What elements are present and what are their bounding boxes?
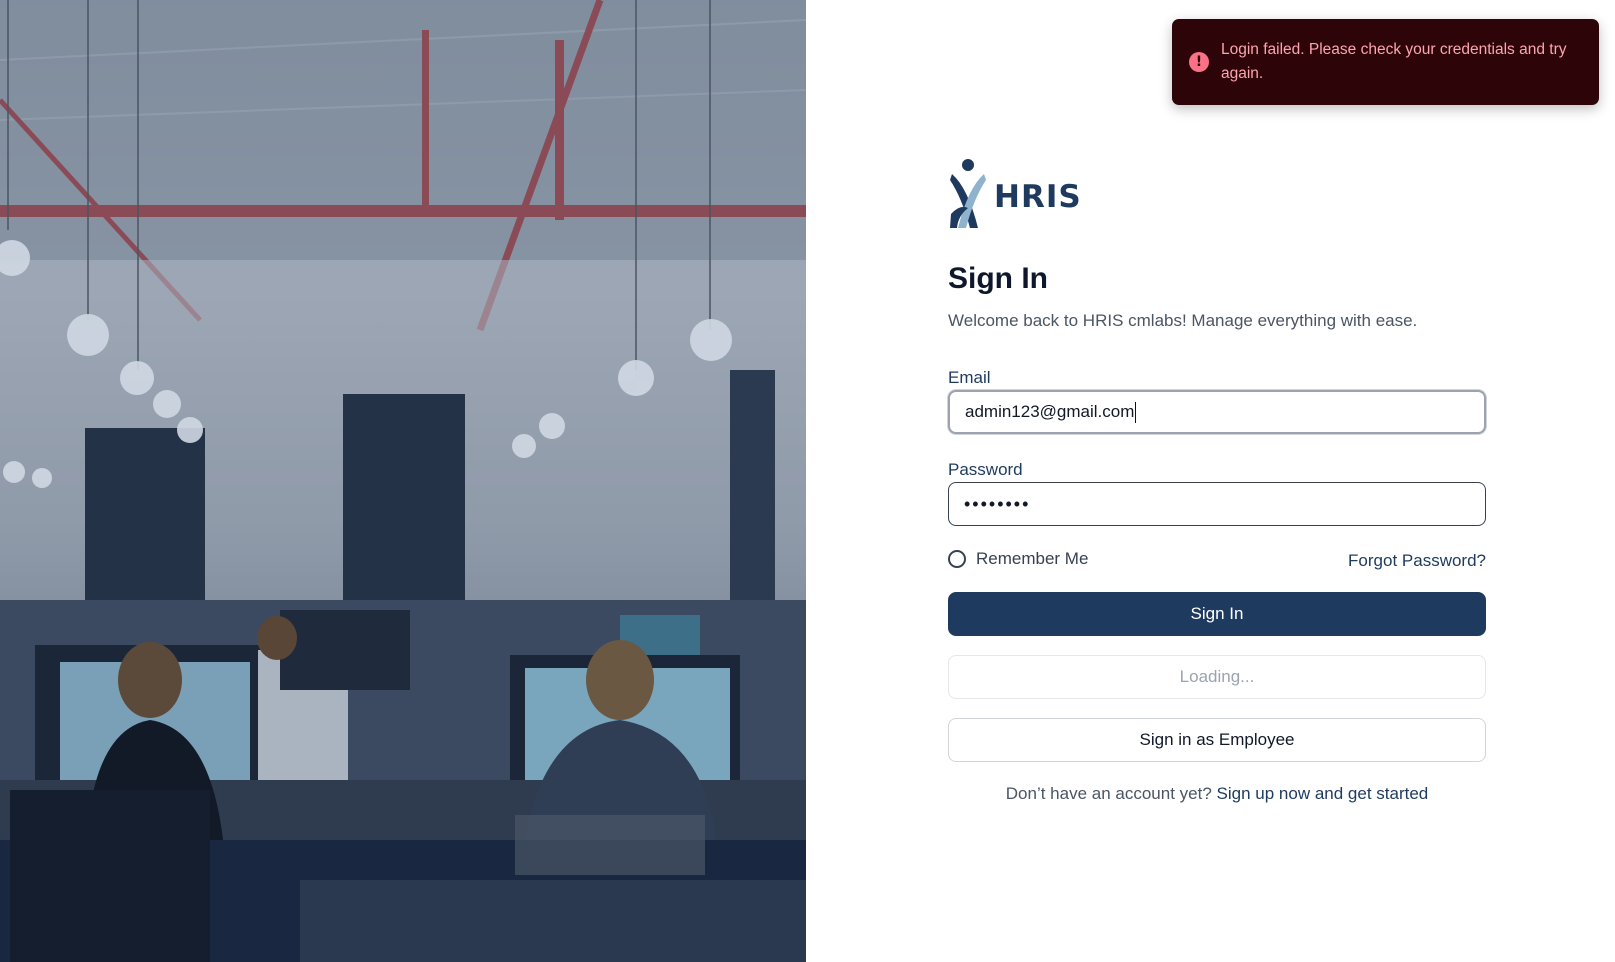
password-label: Password	[948, 460, 1023, 479]
email-label: Email	[948, 368, 991, 387]
sign-in-button[interactable]: Sign In	[948, 592, 1486, 636]
forgot-password-link[interactable]: Forgot Password?	[1348, 551, 1486, 571]
remember-me-radio[interactable]	[948, 550, 966, 568]
signup-link[interactable]: Sign up now and get started	[1217, 784, 1429, 803]
brand-logo: HRIS	[948, 158, 1082, 230]
loading-button[interactable]: Loading...	[948, 655, 1486, 699]
hero-office-image	[0, 0, 806, 962]
remember-me-label: Remember Me	[976, 549, 1089, 568]
email-field[interactable]: admin123@gmail.com	[948, 390, 1486, 434]
text-caret	[1135, 401, 1137, 423]
email-value: admin123@gmail.com	[965, 402, 1135, 421]
password-field[interactable]: ••••••••	[948, 482, 1486, 526]
error-toast: ! Login failed. Please check your creden…	[1172, 19, 1599, 105]
password-value: ••••••••	[964, 493, 1031, 514]
signup-prompt: Don’t have an account yet? Sign up now a…	[948, 784, 1486, 804]
alert-circle-icon: !	[1189, 52, 1209, 72]
toast-message: Login failed. Please check your credenti…	[1221, 41, 1567, 82]
office-scene-illustration	[0, 0, 806, 962]
page-subtitle: Welcome back to HRIS cmlabs! Manage ever…	[948, 311, 1418, 330]
remember-me[interactable]: Remember Me	[948, 549, 1088, 569]
hris-logo-icon	[950, 159, 986, 228]
signup-prompt-text: Don’t have an account yet?	[1005, 784, 1212, 803]
page-title: Sign In	[948, 262, 1048, 295]
sign-in-employee-button[interactable]: Sign in as Employee	[948, 718, 1486, 762]
brand-name: HRIS	[994, 179, 1082, 215]
